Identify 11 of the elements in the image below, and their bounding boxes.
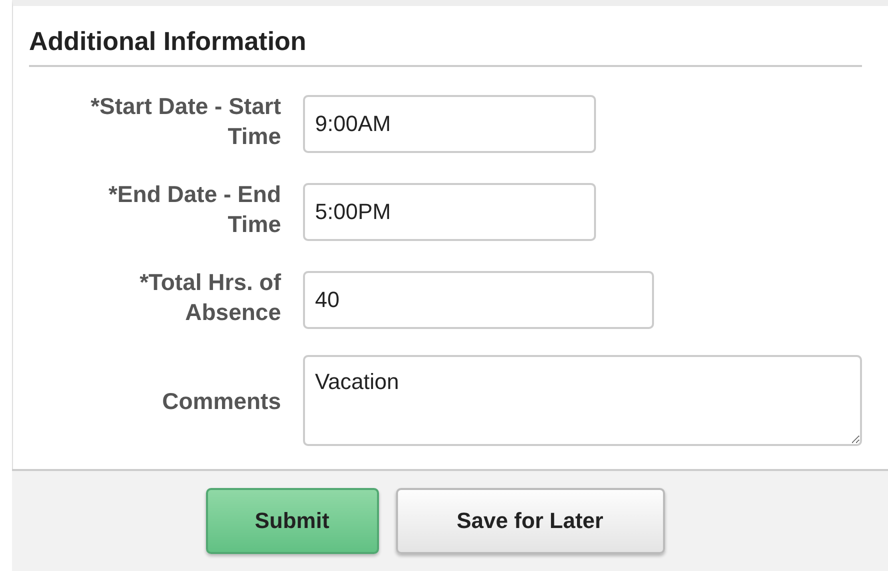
input-field[interactable]: 9:00AM [303, 95, 596, 153]
input-field[interactable]: 5:00PM [303, 183, 596, 241]
field-label: *Total Hrs. of Absence [138, 268, 281, 327]
submit-button[interactable]: Submit [206, 488, 378, 554]
input-field[interactable]: 40 [303, 271, 654, 329]
field-label: *Start Date - Start Time [90, 92, 281, 151]
field-label: Comments [161, 386, 281, 416]
field-label: *End Date - End Time [107, 180, 281, 239]
save-button[interactable]: Save for Later [396, 488, 664, 554]
comments-field[interactable]: Vacation [303, 355, 862, 446]
section-title: Additional Information [29, 26, 862, 67]
